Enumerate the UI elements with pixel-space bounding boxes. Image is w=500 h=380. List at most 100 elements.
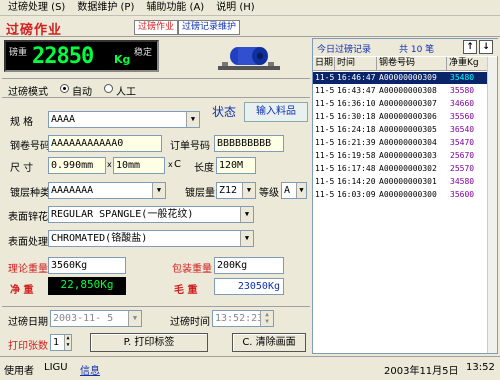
col-coil[interactable]: 钢卷号码 [377, 57, 447, 71]
cell-coil: A00000000300 [379, 190, 437, 199]
width-field[interactable]: 10mm [113, 157, 165, 174]
menu-bar: 过磅处理 (S) 数据维护 (P) 辅助功能 (A) 说明 (H) [0, 0, 500, 16]
cell-date: 11-5 [315, 138, 335, 147]
arrow-down-icon[interactable]: ↓ [479, 40, 493, 54]
mode-auto-radio[interactable] [60, 84, 69, 93]
coating-type-value: AAAAAAA [51, 185, 94, 196]
mode-manual-radio[interactable] [104, 84, 113, 93]
chevron-down-icon[interactable]: ▼ [240, 231, 253, 246]
cell-coil: A00000000306 [379, 112, 437, 121]
print-label-button[interactable]: P. 打印标签 [90, 333, 208, 352]
coating-type-label: 镀层种类 [10, 188, 50, 199]
cell-date: 11-5 [315, 73, 335, 82]
length-field[interactable]: 120M [216, 157, 256, 174]
mode-bar: 过磅模式 自动 人工 [2, 78, 310, 98]
cell-coil: A00000000302 [379, 164, 437, 173]
status-date: 2003年11月5日 [384, 366, 459, 377]
net-weight-display: 22,850Kg [48, 277, 126, 295]
table-row[interactable]: 11-5 16:19:58 A00000000303 25670 [313, 150, 489, 162]
scale-stable-indicator: 稳定 [134, 48, 153, 58]
chevron-down-icon[interactable]: ▼ [296, 183, 306, 198]
scale-unit: Kg [114, 53, 131, 66]
table-row[interactable]: 11-5 16:21:39 A00000000304 35470 [313, 137, 489, 149]
grade-select[interactable]: A ▼ [281, 182, 307, 199]
spec-value: AAAA [51, 114, 76, 125]
copies-value: 1 [53, 337, 60, 348]
scale-value: 22850 [32, 44, 94, 69]
mode-manual-label: 人工 [116, 87, 136, 98]
thickness-field[interactable]: 0.990mm [48, 157, 106, 174]
arrow-up-icon[interactable]: ↑ [463, 40, 477, 54]
app-window: 过磅处理 (S) 数据维护 (P) 辅助功能 (A) 说明 (H) 过磅作业 过… [0, 0, 500, 380]
time-picker[interactable]: 13:52:23 ▲ ▼ [212, 310, 274, 327]
menu-weigh[interactable]: 过磅处理 (S) [2, 0, 71, 16]
coil-label: 钢卷号码 [10, 141, 50, 152]
order-field[interactable]: BBBBBBBBB [214, 135, 284, 152]
menu-data[interactable]: 数据维护 (P) [71, 0, 140, 16]
tab-records[interactable]: 过磅记录维护 [178, 20, 241, 35]
cell-time: 16:36:10 [337, 99, 376, 108]
cell-net-weight: 35470 [450, 138, 475, 147]
date-label: 过磅日期 [8, 317, 48, 328]
pack-weight-field[interactable]: 200Kg [214, 257, 284, 274]
copies-field[interactable]: 1 ▲ ▼ [50, 334, 72, 351]
col-date[interactable]: 日期 [313, 57, 335, 71]
chevron-down-icon[interactable]: ▼ [152, 183, 165, 198]
col-time[interactable]: 时间 [335, 57, 377, 71]
input-material-button[interactable]: 输入料品 [244, 102, 308, 122]
cell-coil: A00000000309 [379, 73, 437, 82]
cell-date: 11-5 [315, 177, 335, 186]
coil-machine-icon [218, 47, 280, 70]
tab-weigh[interactable]: 过磅作业 [134, 20, 179, 35]
table-row[interactable]: 11-5 16:30:18 A00000000306 35560 [313, 111, 489, 123]
spin-icon[interactable]: ▲ ▼ [64, 335, 71, 350]
bottom-bar: 过磅日期 2003-11- 5 ▼ 过磅时间 13:52:23 ▲ ▼ 打印张数 … [2, 306, 310, 354]
menu-aux[interactable]: 辅助功能 (A) [140, 0, 210, 16]
info-link[interactable]: 信息 [80, 362, 100, 377]
cell-coil: A00000000305 [379, 125, 437, 134]
spec-select[interactable]: AAAA ▼ [48, 111, 200, 128]
table-row[interactable]: 11-5 16:17:48 A00000000302 25570 [313, 163, 489, 175]
table-row[interactable]: 11-5 16:36:10 A00000000307 34660 [313, 98, 489, 110]
user-label: 使用者 [4, 366, 34, 377]
table-row[interactable]: 11-5 16:43:47 A00000000308 35580 [313, 85, 489, 97]
cell-net-weight: 35560 [450, 112, 475, 121]
coating-amount-value: Z12 [219, 185, 238, 196]
cell-time: 16:30:18 [337, 112, 376, 121]
menu-help[interactable]: 说明 (H) [210, 0, 261, 16]
cell-coil: A00000000308 [379, 86, 437, 95]
gross-weight-field: 23050Kg [214, 278, 284, 295]
coating-amount-select[interactable]: Z12 ▼ [216, 182, 256, 199]
coating-amount-label: 镀层量 [185, 188, 215, 199]
cell-net-weight: 34660 [450, 99, 475, 108]
cell-time: 16:14:20 [337, 177, 376, 186]
col-net-weight[interactable]: 净重Kg [447, 57, 489, 71]
chevron-down-icon[interactable]: ▼ [128, 311, 141, 326]
table-row[interactable]: 11-5 16:14:20 A00000000301 34580 [313, 176, 489, 188]
pack-weight-label: 包装重量 [172, 264, 212, 275]
treatment-select[interactable]: CHROMATED(铬酸盐) ▼ [48, 230, 254, 247]
table-row[interactable]: 11-5 16:46:47 A00000000309 35480 [313, 72, 489, 84]
coating-type-select[interactable]: AAAAAAA ▼ [48, 182, 166, 199]
order-label: 订单号码 [170, 141, 210, 152]
coil-field[interactable]: AAAAAAAAAAA0 [48, 135, 162, 152]
copies-label: 打印张数 [8, 341, 48, 352]
table-row[interactable]: 11-5 16:03:09 A00000000300 35600 [313, 189, 489, 201]
cell-coil: A00000000301 [379, 177, 437, 186]
spin-icon[interactable]: ▲ ▼ [260, 311, 273, 326]
cell-time: 16:17:48 [337, 164, 376, 173]
chevron-down-icon[interactable]: ▼ [240, 207, 253, 222]
cell-date: 11-5 [315, 164, 335, 173]
records-scrollbar[interactable] [487, 57, 497, 353]
title-bar: 过磅作业 过磅作业 过磅记录维护 [0, 17, 500, 38]
mode-label: 过磅模式 [8, 87, 48, 98]
cell-date: 11-5 [315, 112, 335, 121]
theory-weight-label: 理论重量 [8, 264, 48, 275]
chevron-down-icon[interactable]: ▼ [186, 112, 199, 127]
table-row[interactable]: 11-5 16:24:18 A00000000305 36540 [313, 124, 489, 136]
chevron-down-icon[interactable]: ▼ [242, 183, 255, 198]
clear-screen-button[interactable]: C. 清除画面 [232, 333, 306, 352]
spangle-select[interactable]: REGULAR SPANGLE(一般花纹) ▼ [48, 206, 254, 223]
date-picker[interactable]: 2003-11- 5 ▼ [50, 310, 142, 327]
cell-date: 11-5 [315, 125, 335, 134]
